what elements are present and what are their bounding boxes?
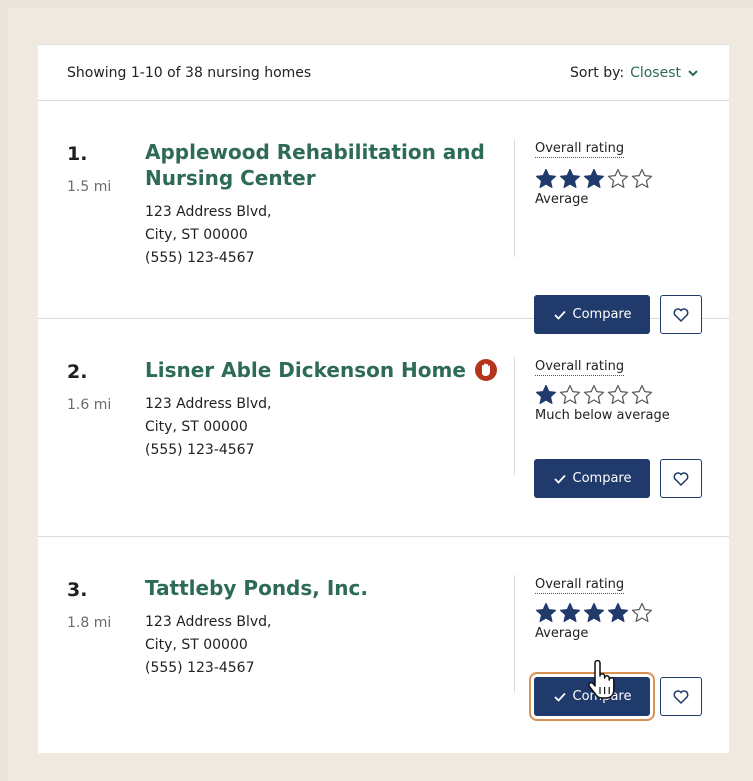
address-line1: 123 Address Blvd, (145, 396, 272, 412)
rating-block: Overall rating Much below average (535, 355, 715, 423)
rating-block: Overall rating Average (535, 573, 715, 641)
star-filled-icon (535, 168, 557, 188)
facility-name-link[interactable]: Lisner Able Dickenson Home (145, 357, 525, 383)
facility-card: 1. 1.5 mi Applewood Rehabilitation and N… (38, 101, 729, 334)
facility-card: 2. 1.6 mi Lisner Able Dickenson Home 123… (38, 319, 729, 537)
facility-distance: 1.6 mi (67, 397, 112, 413)
sort-value: Closest (630, 64, 681, 81)
star-empty-icon (631, 168, 653, 188)
star-empty-icon (631, 602, 653, 622)
star-filled-icon (535, 384, 557, 404)
star-filled-icon (559, 168, 581, 188)
address-line1: 123 Address Blvd, (145, 204, 272, 220)
facility-phone: (555) 123-4567 (145, 442, 255, 458)
check-icon (553, 692, 566, 702)
results-count: Showing 1-10 of 38 nursing homes (67, 64, 312, 81)
rating-text: Average (535, 626, 589, 641)
rating-block: Overall rating Average (535, 137, 715, 207)
facility-phone: (555) 123-4567 (145, 660, 255, 676)
rating-label-tooltip[interactable]: Overall rating (535, 577, 625, 594)
star-empty-icon (631, 384, 653, 404)
star-empty-icon (607, 168, 629, 188)
card-divider (514, 575, 515, 693)
heart-icon (673, 471, 689, 486)
star-rating (535, 602, 715, 624)
facility-name: Lisner Able Dickenson Home (145, 358, 466, 382)
star-filled-icon (559, 602, 581, 622)
check-icon (553, 474, 566, 484)
star-filled-icon (583, 602, 605, 622)
star-rating (535, 168, 715, 190)
facility-name: Tattleby Ponds, Inc. (145, 576, 368, 600)
card-divider (514, 357, 515, 475)
facility-name-link[interactable]: Applewood Rehabilitation and Nursing Cen… (145, 139, 505, 191)
facility-distance: 1.5 mi (67, 179, 112, 195)
rating-text: Much below average (535, 408, 670, 423)
results-panel: Showing 1-10 of 38 nursing homes Sort by… (38, 44, 729, 753)
hand-pointer-icon (588, 660, 615, 699)
hand-stop-icon[interactable] (474, 358, 498, 382)
compare-button[interactable]: Compare (534, 459, 650, 498)
sort-dropdown[interactable]: Sort by: Closest (570, 65, 699, 81)
rating-label-tooltip[interactable]: Overall rating (535, 141, 625, 158)
results-header: Showing 1-10 of 38 nursing homes Sort by… (38, 45, 729, 101)
rating-label-tooltip[interactable]: Overall rating (535, 359, 625, 376)
card-actions: Compare (534, 459, 702, 498)
facility-number: 3. (67, 579, 88, 601)
heart-icon (673, 689, 689, 704)
address-line1: 123 Address Blvd, (145, 614, 272, 630)
star-filled-icon (535, 602, 557, 622)
facility-number: 1. (67, 143, 88, 165)
favorite-button[interactable] (660, 677, 702, 716)
facility-address: 123 Address Blvd, City, ST 00000 (555) 1… (145, 393, 272, 462)
address-line2: City, ST 00000 (145, 227, 248, 243)
facility-address: 123 Address Blvd, City, ST 00000 (555) 1… (145, 611, 272, 680)
facility-card: 3. 1.8 mi Tattleby Ponds, Inc. 123 Addre… (38, 537, 729, 753)
star-empty-icon (559, 384, 581, 404)
star-filled-icon (607, 602, 629, 622)
facility-name-link[interactable]: Tattleby Ponds, Inc. (145, 575, 505, 601)
card-divider (514, 139, 515, 257)
star-empty-icon (583, 384, 605, 404)
facility-phone: (555) 123-4567 (145, 250, 255, 266)
facility-number: 2. (67, 361, 88, 383)
facility-name: Applewood Rehabilitation and Nursing Cen… (145, 140, 485, 190)
facility-distance: 1.8 mi (67, 615, 112, 631)
address-line2: City, ST 00000 (145, 419, 248, 435)
card-actions: Compare (529, 672, 702, 721)
compare-label: Compare (572, 471, 632, 486)
star-filled-icon (583, 168, 605, 188)
star-empty-icon (607, 384, 629, 404)
facility-address: 123 Address Blvd, City, ST 00000 (555) 1… (145, 201, 272, 270)
star-rating (535, 384, 715, 406)
address-line2: City, ST 00000 (145, 637, 248, 653)
sort-label: Sort by: (570, 64, 625, 81)
rating-text: Average (535, 192, 589, 207)
favorite-button[interactable] (660, 459, 702, 498)
chevron-down-icon (688, 69, 698, 76)
